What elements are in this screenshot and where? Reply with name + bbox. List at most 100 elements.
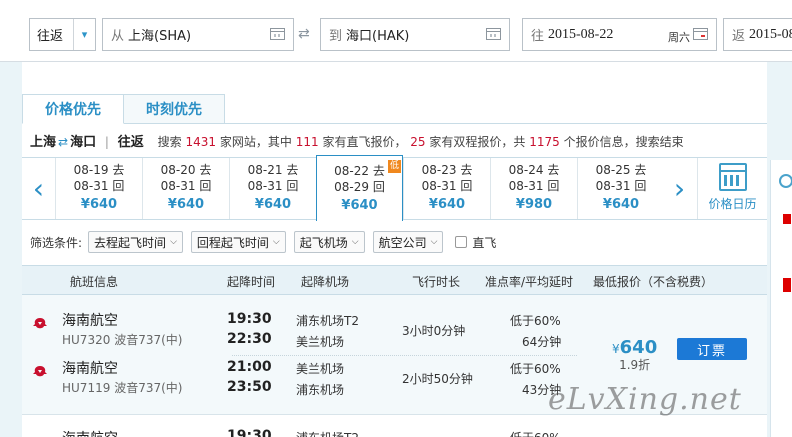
flight-row-partial[interactable]: 海南航空 19:30 浦东机场T2 低于60% — [22, 424, 767, 437]
roundtrip-count: 25 — [410, 135, 426, 149]
trip-type-select[interactable]: 往返 ▾ — [29, 18, 96, 51]
book-button[interactable]: 订票 — [677, 338, 747, 360]
summary-text: 搜索 — [157, 135, 182, 149]
filter-airport[interactable]: 起飞机场 ⌵ — [293, 231, 365, 253]
return-line: 08-31 回 — [56, 178, 142, 194]
table-header: 航班信息 起降时间 起降机场 飞行时长 准点率/平均延时 最低报价（不含税费） — [22, 265, 767, 295]
col-airport: 起降机场 — [301, 275, 350, 289]
right-side-panel — [770, 160, 792, 437]
filter-return-time[interactable]: 回程起飞时间 ⌵ — [190, 231, 286, 253]
currency-symbol: ¥ — [612, 342, 620, 356]
flight-duration: 2小时50分钟 — [402, 372, 473, 386]
tab-time-first[interactable]: 时刻优先 — [123, 94, 225, 124]
date-price: ¥640 — [254, 197, 292, 212]
departure-time: 21:00 — [227, 359, 272, 375]
departure-time: 19:30 — [227, 311, 272, 327]
departure-airport: 浦东机场T2 — [296, 429, 359, 437]
summary-text: 家有双程报价，共 — [429, 135, 526, 149]
separator: | — [104, 135, 109, 149]
return-date-input[interactable]: 返 2015-08 — [723, 18, 792, 51]
return-date: 08-31 — [160, 179, 196, 193]
summary-text: 家有直飞报价， — [322, 135, 407, 149]
route-trip-type: 往返 — [117, 135, 144, 150]
date-option[interactable]: 08-20 去 08-31 回 ¥640 — [142, 158, 229, 219]
filter-airline[interactable]: 航空公司 ⌵ — [372, 231, 444, 253]
direct-flight-checkbox[interactable] — [455, 236, 468, 248]
return-tag: 回 — [286, 179, 299, 193]
departure-airport: 浦东机场T2 — [296, 314, 359, 328]
search-summary: 搜索 1431 家网站，其中 111 家有直飞报价， 25 家有双程报价，共 1… — [158, 135, 684, 149]
date-price: ¥640 — [80, 197, 118, 212]
tab-price-first[interactable]: 价格优先 — [22, 94, 124, 124]
col-lowest-price: 最低报价（不含税费） — [593, 275, 714, 289]
dropdown-label: 起飞机场 — [299, 235, 348, 250]
date-price: ¥640 — [428, 197, 466, 212]
date-option[interactable]: 08-25 去 08-31 回 ¥640 — [577, 158, 664, 219]
depart-tag: 去 — [112, 163, 125, 177]
date-option[interactable]: 08-23 去 08-31 回 ¥640 — [403, 158, 490, 219]
return-date-value: 2015-08 — [749, 26, 792, 42]
search-bar: 往返 ▾ 从 上海(SHA) ⇄ 到 海口(HAK) 往 2015-08-22 … — [0, 0, 792, 62]
flight-row-outbound: 海南航空 HU7320 波音737(中) 19:30 22:30 浦东机场T2 … — [22, 307, 582, 361]
airline-name: 海南航空 — [62, 361, 118, 377]
from-prefix: 从 — [111, 29, 125, 44]
return-line: 08-31 回 — [491, 178, 577, 194]
swap-cities-icon[interactable]: ⇄ — [298, 26, 310, 42]
chevron-left-icon[interactable]: ‹ — [22, 158, 55, 219]
return-prefix: 返 — [732, 29, 746, 44]
col-ontime: 准点率/平均延时 — [485, 275, 574, 289]
filter-bar: 筛选条件: 去程起飞时间 ⌵ 回程起飞时间 ⌵ 起飞机场 ⌵ 航空公司 ⌵ 直飞 — [30, 231, 496, 253]
from-city-input[interactable]: 从 上海(SHA) — [102, 18, 294, 51]
route-summary: 上海 ⇄ 海口 | 往返 搜索 1431 家网站，其中 111 家有直飞报价， 25… — [30, 131, 684, 150]
flight-row-return: 海南航空 HU7119 波音737(中) 21:00 23:50 美兰机场 浦东… — [22, 355, 582, 409]
watermark: eLvXing.net — [548, 382, 742, 417]
return-line: 08-31 回 — [230, 178, 316, 194]
col-time: 起降时间 — [227, 275, 276, 289]
depart-date: 08-20 — [160, 163, 196, 177]
calendar-icon[interactable] — [693, 28, 708, 40]
return-date: 08-31 — [508, 179, 544, 193]
dropdown-label: 去程起飞时间 — [94, 235, 167, 250]
date-option[interactable]: 08-19 去 08-31 回 ¥640 — [55, 158, 142, 219]
filter-outbound-time[interactable]: 去程起飞时间 ⌵ — [88, 231, 183, 253]
to-city-input[interactable]: 到 海口(HAK) — [320, 18, 510, 51]
route-to: 海口 — [70, 135, 97, 150]
chevron-down-icon: ⌵ — [430, 237, 438, 247]
date-price: ¥640 — [602, 197, 640, 212]
chat-icon[interactable] — [779, 174, 792, 188]
date-strip: ‹ 08-19 去 08-31 回 ¥640 08-20 去 08-31 回 ¥640 08… — [22, 155, 767, 221]
airline-name: 海南航空 — [62, 313, 118, 329]
return-tag: 回 — [112, 179, 125, 193]
col-duration: 飞行时长 — [412, 275, 461, 289]
hainan-airlines-logo-icon — [33, 366, 47, 377]
side-marker — [783, 278, 791, 292]
return-line: 08-29 回 — [317, 179, 402, 195]
filter-label: 筛选条件: — [30, 235, 83, 250]
depart-tag: 去 — [372, 164, 385, 178]
chevron-down-icon: ⌵ — [351, 237, 359, 247]
date-option[interactable]: 08-24 去 08-31 回 ¥980 — [490, 158, 577, 219]
city-list-icon[interactable] — [486, 28, 501, 40]
price-calendar-label: 价格日历 — [708, 197, 757, 211]
depart-line: 08-24 去 — [491, 162, 577, 178]
airline-name: 海南航空 — [62, 428, 118, 437]
depart-tag: 去 — [286, 163, 299, 177]
col-flight-info: 航班信息 — [70, 275, 119, 289]
price-calendar-button[interactable]: 价格日历 — [697, 158, 767, 219]
depart-tag: 去 — [199, 163, 212, 177]
discount: 1.9折 — [619, 358, 651, 372]
depart-date-input[interactable]: 往 2015-08-22 周六 — [522, 18, 717, 51]
chevron-right-icon[interactable]: › — [663, 158, 696, 219]
date-option[interactable]: 08-21 去 08-31 回 ¥640 — [229, 158, 316, 219]
chevron-down-icon: ⌵ — [272, 237, 280, 247]
arrival-airport: 浦东机场 — [296, 383, 345, 397]
return-date: 08-31 — [421, 179, 457, 193]
chevron-down-icon[interactable]: ▾ — [73, 19, 95, 50]
direct-flight-label: 直飞 — [472, 235, 497, 250]
arrival-airport: 美兰机场 — [296, 335, 345, 349]
depart-date: 08-25 — [595, 163, 631, 177]
depart-weekday: 周六 — [668, 31, 690, 44]
price-amount: 640 — [619, 337, 658, 358]
city-list-icon[interactable] — [270, 28, 285, 40]
date-option[interactable]: 08-22 去 08-29 回 ¥640 低 — [316, 155, 403, 221]
